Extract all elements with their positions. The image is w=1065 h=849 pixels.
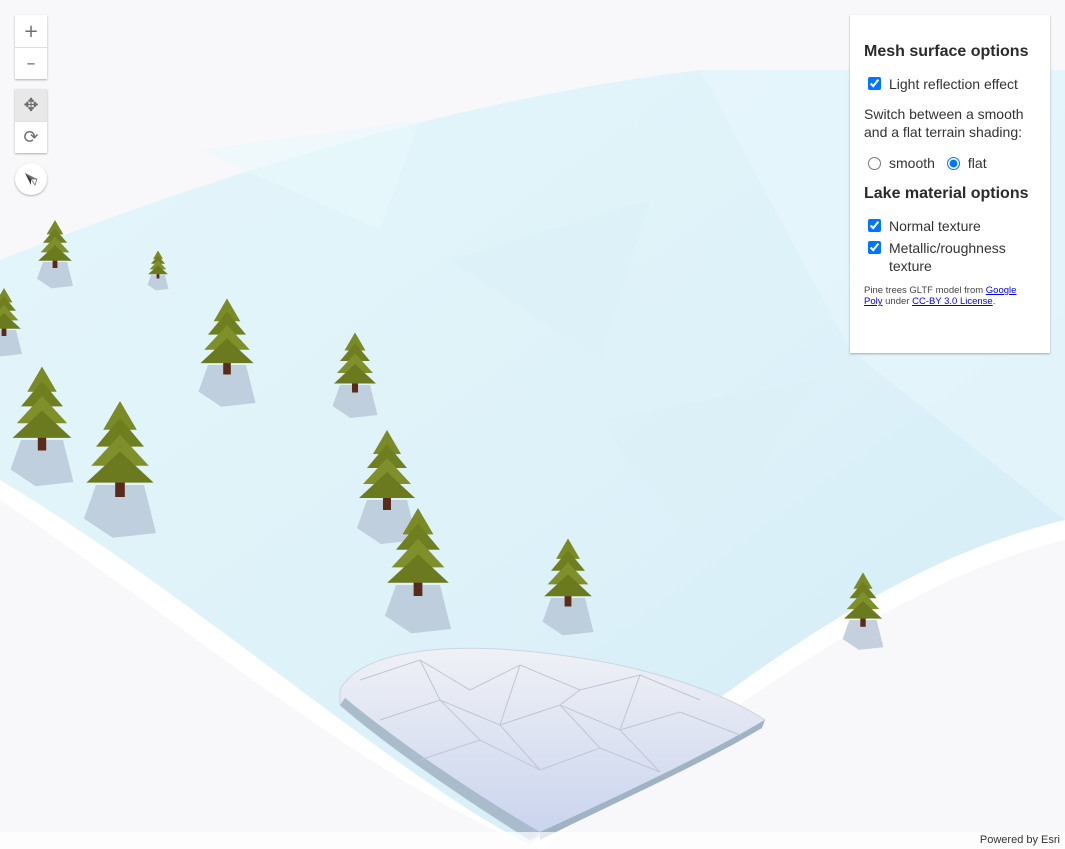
attribution-bar: Powered by Esri [0,832,1065,849]
light-reflection-row: Light reflection effect [864,75,1036,93]
light-reflection-checkbox[interactable] [868,77,881,90]
options-panel: Mesh surface options Light reflection ef… [850,15,1050,353]
credit-text: Pine trees GLTF model from Google Poly u… [864,285,1036,307]
flat-radio[interactable] [946,156,960,170]
license-link[interactable]: CC-BY 3.0 License [912,296,993,307]
compass-button[interactable] [15,163,47,195]
flat-option[interactable]: flat [943,155,987,171]
rotate-button[interactable]: ⟳ [15,121,47,153]
shading-description: Switch between a smooth and a flat terra… [864,106,1024,140]
metallic-texture-row: Metallic/roughness texture [864,239,1036,275]
zoom-in-button[interactable]: + [15,15,47,47]
normal-texture-label[interactable]: Normal texture [889,217,981,235]
flat-label: flat [967,155,987,171]
zoom-out-button[interactable]: – [15,47,47,79]
metallic-texture-checkbox[interactable] [868,241,881,254]
navigation-toggle: ✥ ⟳ [15,89,47,153]
rotate-icon: ⟳ [23,127,39,148]
attribution-text: Powered by Esri [979,834,1060,846]
compass-icon [25,173,38,186]
normal-texture-checkbox[interactable] [868,219,881,232]
shading-radio-group: smooth flat [864,155,1036,171]
credit-suffix: . [992,296,996,307]
smooth-option[interactable]: smooth [864,155,935,171]
pan-icon: ✥ [23,94,39,116]
mesh-options-title: Mesh surface options [864,43,1029,60]
light-reflection-label[interactable]: Light reflection effect [889,75,1018,93]
smooth-label: smooth [889,155,935,171]
plus-icon: + [23,20,39,42]
credit-middle: under [885,296,910,307]
normal-texture-row: Normal texture [864,217,1036,235]
zoom-controls: + – [15,15,47,79]
metallic-texture-label[interactable]: Metallic/roughness texture [889,239,1036,275]
minus-icon: – [26,53,36,74]
lake-options-title: Lake material options [864,185,1029,202]
credit-prefix: Pine trees GLTF model from [864,285,984,296]
smooth-radio[interactable] [868,156,881,170]
pan-button[interactable]: ✥ [15,89,47,121]
